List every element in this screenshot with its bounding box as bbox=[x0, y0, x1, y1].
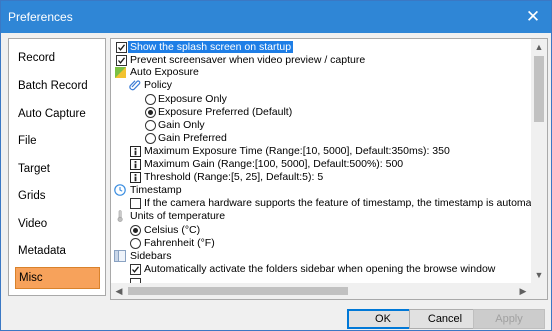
nav-item-target[interactable]: Target bbox=[15, 158, 98, 180]
horizontal-scroll-thumb[interactable] bbox=[128, 287, 348, 295]
scroll-left-icon[interactable]: ◀ bbox=[111, 283, 127, 299]
radio-gain-preferred[interactable] bbox=[145, 133, 156, 144]
sidebars-checkbox[interactable] bbox=[130, 264, 141, 275]
screensaver-checkbox[interactable] bbox=[116, 55, 127, 66]
vertical-scrollbar[interactable]: ▲ ▼ bbox=[531, 39, 547, 283]
auto-exposure-icon bbox=[115, 67, 127, 79]
nav-item-record[interactable]: Record bbox=[15, 47, 98, 69]
scrollbar-corner bbox=[531, 283, 547, 299]
nav-item-auto-capture[interactable]: Auto Capture bbox=[15, 103, 98, 125]
temperature-label: Units of temperature bbox=[130, 210, 226, 222]
policy-label: Policy bbox=[144, 79, 173, 91]
apply-button[interactable]: Apply bbox=[473, 309, 545, 329]
scroll-up-icon[interactable]: ▲ bbox=[531, 39, 547, 55]
splash-checkbox[interactable] bbox=[116, 42, 127, 53]
gain-only-label[interactable]: Gain Only bbox=[158, 119, 205, 132]
cancel-button[interactable]: Cancel bbox=[409, 309, 481, 329]
exposure-preferred-label[interactable]: Exposure Preferred (Default) bbox=[158, 106, 292, 119]
title-bar: Preferences ✕ bbox=[1, 1, 551, 33]
radio-fahrenheit[interactable] bbox=[130, 238, 141, 249]
fahrenheit-label[interactable]: Fahrenheit (°F) bbox=[144, 237, 215, 250]
scroll-down-icon[interactable]: ▼ bbox=[531, 267, 547, 283]
info-icon bbox=[130, 172, 142, 184]
nav-item-video[interactable]: Video bbox=[15, 213, 98, 235]
clock-icon bbox=[114, 184, 126, 196]
preferences-dialog: Preferences ✕ Record Batch Record Auto C… bbox=[0, 0, 552, 331]
vertical-scroll-thumb[interactable] bbox=[534, 56, 544, 122]
max-gain-label[interactable]: Maximum Gain (Range:[100, 5000], Default… bbox=[144, 158, 403, 171]
thermometer-icon bbox=[116, 210, 128, 222]
nav-item-metadata[interactable]: Metadata bbox=[15, 240, 98, 262]
sidebars-option-label[interactable]: Automatically activate the folders sideb… bbox=[144, 263, 495, 276]
auto-exposure-label: Auto Exposure bbox=[130, 66, 199, 78]
nav-item-grids[interactable]: Grids bbox=[15, 185, 98, 207]
threshold-label[interactable]: Threshold (Range:[5, 25], Default:5): 5 bbox=[144, 171, 323, 184]
horizontal-scrollbar[interactable]: ◀ ▶ bbox=[111, 283, 531, 299]
nav-item-batch-record[interactable]: Batch Record bbox=[15, 75, 98, 97]
scroll-right-icon[interactable]: ▶ bbox=[515, 283, 531, 299]
timestamp-checkbox[interactable] bbox=[130, 198, 141, 209]
radio-exposure-preferred[interactable] bbox=[145, 107, 156, 118]
max-exposure-label[interactable]: Maximum Exposure Time (Range:[10, 5000],… bbox=[144, 145, 450, 158]
sidebars-label: Sidebars bbox=[130, 250, 172, 262]
sidebar-icon bbox=[114, 250, 126, 262]
nav-item-misc[interactable]: Misc bbox=[15, 267, 100, 289]
category-list: Record Batch Record Auto Capture File Ta… bbox=[8, 38, 106, 296]
close-icon[interactable]: ✕ bbox=[521, 5, 545, 29]
splash-label[interactable]: Show the splash screen on startup bbox=[128, 41, 294, 53]
celsius-label[interactable]: Celsius (°C) bbox=[144, 224, 200, 237]
gain-preferred-label[interactable]: Gain Preferred bbox=[158, 132, 227, 145]
exposure-only-label[interactable]: Exposure Only bbox=[158, 93, 227, 106]
timestamp-option-label[interactable]: If the camera hardware supports the feat… bbox=[144, 197, 547, 210]
radio-exposure-only[interactable] bbox=[145, 94, 156, 105]
radio-celsius[interactable] bbox=[130, 225, 141, 236]
nav-item-file[interactable]: File bbox=[15, 130, 98, 152]
info-icon bbox=[130, 146, 142, 158]
dialog-body: Record Batch Record Auto Capture File Ta… bbox=[1, 33, 551, 330]
info-icon bbox=[130, 159, 142, 171]
options-tree: Show the splash screen on startup Preven… bbox=[110, 38, 548, 300]
paperclip-icon bbox=[129, 79, 141, 91]
window-title: Preferences bbox=[8, 10, 73, 24]
timestamp-label: Timestamp bbox=[130, 184, 182, 196]
radio-gain-only[interactable] bbox=[145, 120, 156, 131]
